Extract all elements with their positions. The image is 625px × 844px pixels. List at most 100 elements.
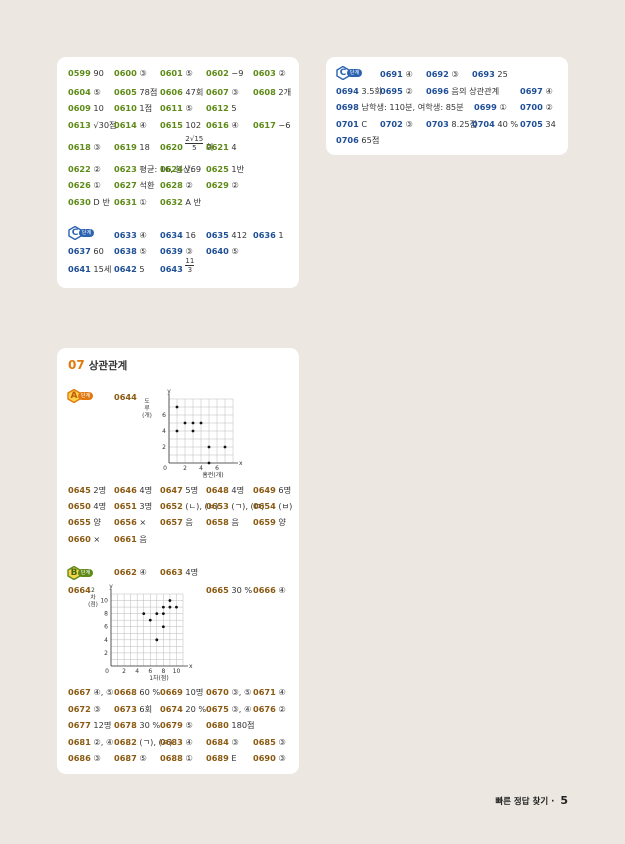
y-tick-label: 10 <box>100 598 108 605</box>
x-tick-label: 6 <box>215 465 219 472</box>
question-number: 0649 <box>253 485 276 495</box>
answer-value: √6 <box>185 164 196 174</box>
answer-card-2: C 단계 0691 ④ 0692 ③ 0693 25 0694 3.5회 0695 ②0… <box>326 57 568 155</box>
answer-value: −6 <box>278 120 291 130</box>
answer-value: 2명 <box>93 485 107 495</box>
question-number: 0641 <box>68 264 91 274</box>
answer-entry: 0619 18 <box>114 141 150 153</box>
answer-value: 5 <box>231 103 237 113</box>
answer-value: ④ <box>278 687 286 697</box>
page-number: 5 <box>560 794 568 807</box>
answer-value: C <box>361 119 368 129</box>
answer-value: ③, ⑤ <box>231 687 252 697</box>
question-number: 0663 <box>160 567 183 577</box>
question-number: 0696 <box>426 86 449 96</box>
question-number: 0601 <box>160 68 183 78</box>
question-number: 0671 <box>253 687 276 697</box>
answer-entry: 0651 3명 <box>114 500 152 512</box>
answer-value: 1반 <box>231 164 245 174</box>
question-number: 0643 <box>160 264 183 274</box>
answer-value: ③ <box>231 87 239 97</box>
answer-value: 15세 <box>93 264 112 274</box>
question-number: 0621 <box>206 142 229 152</box>
answer-entry: 0601 ⑤ <box>160 67 193 79</box>
question-number: 0661 <box>114 534 137 544</box>
answer-entry: 0681 ②, ④ <box>68 736 113 748</box>
answer-entry: 0655 양 <box>68 516 101 528</box>
question-number: 0622 <box>68 164 91 174</box>
answer-entry: 0694 3.5회 <box>336 85 382 97</box>
question-number: 0676 <box>253 704 276 714</box>
answer-entry: 0632 A 반 <box>160 196 201 208</box>
answer-entry: 0610 1점 <box>114 102 152 114</box>
answer-entry: 0679 ⑤ <box>160 719 193 731</box>
data-point <box>168 605 172 609</box>
answer-value: ④ <box>405 69 413 79</box>
answer-value: ④ <box>139 120 147 130</box>
y-axis-label: (개) <box>142 411 152 419</box>
answer-entry: 0665 30 % <box>206 584 252 596</box>
badge-label: 단계 <box>78 392 93 400</box>
answer-entry: 0647 5명 <box>160 484 198 496</box>
answer-value: ④ <box>231 120 239 130</box>
answer-entry: 0607 ③ <box>206 86 239 98</box>
question-number: 0638 <box>114 246 137 256</box>
question-number: 0669 <box>160 687 183 697</box>
answer-entry: 0669 10명 <box>160 686 203 698</box>
answer-entry: 0611 ⑤ <box>160 102 193 114</box>
answer-value: ⑤ <box>185 720 193 730</box>
answer-value: ② <box>278 704 286 714</box>
answer-value: ③ <box>278 737 286 747</box>
answer-entry: 0704 40 % <box>472 118 518 130</box>
question-number: 0642 <box>114 264 137 274</box>
answer-entry: 0608 2개 <box>253 86 291 98</box>
question-number: 0686 <box>68 753 91 763</box>
a-stage-badge: A 단계 <box>67 389 95 403</box>
question-number: 0678 <box>114 720 137 730</box>
question-number: 0609 <box>68 103 91 113</box>
answer-entry: 0706 65점 <box>336 134 379 146</box>
answer-value: ② <box>545 102 553 112</box>
answer-entry: 0672 ③ <box>68 703 101 715</box>
answer-entry: 0634 16 <box>160 229 196 241</box>
scatter-plot-first-second-score: 0 2 4 6 8 10246810xy1차(점)2차(점) <box>88 583 193 682</box>
question-number: 0605 <box>114 87 137 97</box>
question-number: 0660 <box>68 534 91 544</box>
question-number: 0693 <box>472 69 495 79</box>
question-number: 0683 <box>160 737 183 747</box>
answer-value: ① <box>93 180 101 190</box>
answer-entry: 0624 √6 <box>160 163 196 175</box>
answer-entry: 0627 석환 <box>114 179 154 191</box>
answer-value: 10명 <box>185 687 204 697</box>
answer-value: ③ <box>231 737 239 747</box>
question-number: 0655 <box>68 517 91 527</box>
question-number: 0697 <box>520 86 543 96</box>
answer-entry: 0629 ② <box>206 179 239 191</box>
answer-value: ③, ④ <box>231 704 252 714</box>
answer-entry: 0658 음 <box>206 516 239 528</box>
answer-entry: 0641 15세 <box>68 263 111 275</box>
answer-value: 5명 <box>185 485 199 495</box>
question-number: 0668 <box>114 687 137 697</box>
answer-value: 음의 상관관계 <box>451 86 500 96</box>
data-point <box>161 605 165 609</box>
answer-entry: 0688 ① <box>160 752 193 764</box>
question-number: 0644 <box>114 392 137 402</box>
origin-label: 0 <box>163 465 167 472</box>
question-number: 0617 <box>253 120 276 130</box>
answer-entry: 0670 ③, ⑤ <box>206 686 251 698</box>
answer-value: ⑤ <box>231 246 239 256</box>
answer-value: D 반 <box>93 197 110 207</box>
answer-value: 음 <box>139 534 147 544</box>
question-number: 0626 <box>68 180 91 190</box>
answer-entry: 0684 ③ <box>206 736 239 748</box>
answer-value: ⑤ <box>185 103 193 113</box>
answer-entry: 0692 ③ <box>426 68 459 80</box>
y-axis-label: 차 <box>90 593 96 601</box>
y-tick-label: 6 <box>104 624 108 631</box>
question-number: 0695 <box>380 86 403 96</box>
answer-value: ④, ⑤ <box>93 687 114 697</box>
x-tick-label: 2 <box>183 465 187 472</box>
answer-value: ⑤ <box>139 753 147 763</box>
data-point <box>175 429 179 433</box>
